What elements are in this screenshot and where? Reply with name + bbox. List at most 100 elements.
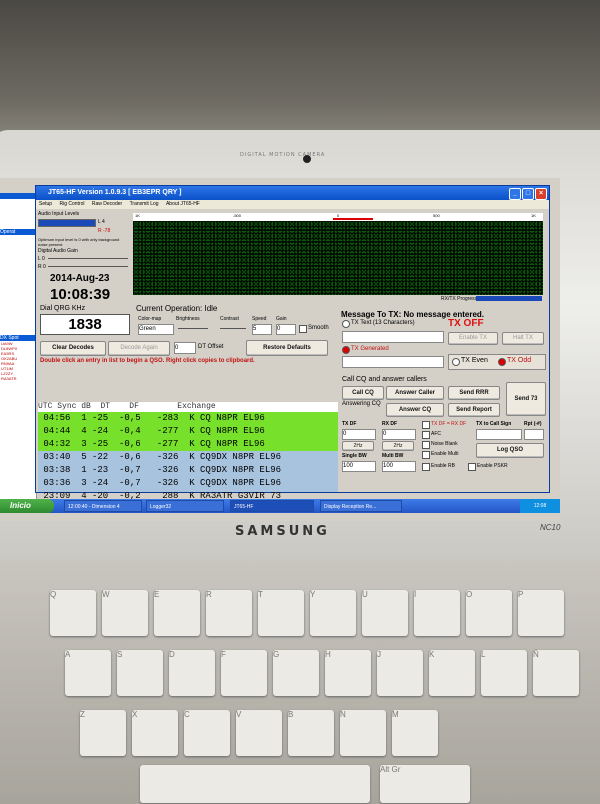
- log-qso-button[interactable]: Log QSO: [476, 443, 544, 458]
- key-v[interactable]: V: [236, 710, 282, 756]
- colormap-select[interactable]: Green: [138, 324, 174, 335]
- key-altgr[interactable]: Alt Gr: [380, 765, 470, 803]
- contrast-label: Contrast: [220, 316, 239, 322]
- start-button[interactable]: Inicio: [0, 499, 54, 513]
- key-a[interactable]: A: [65, 650, 111, 696]
- send-rrr-button[interactable]: Send RRR: [448, 386, 500, 400]
- menu-transmit-log[interactable]: Transmit Log: [130, 201, 159, 207]
- menu-raw-decoder[interactable]: Raw Decoder: [92, 201, 122, 207]
- key-i[interactable]: I: [414, 590, 460, 636]
- key-h[interactable]: H: [325, 650, 371, 696]
- decode-row[interactable]: 03:36 3 -24 -0,7 -326 K CQ9DX N8PR EL96: [38, 477, 338, 490]
- multi-bw-spinner[interactable]: 100: [382, 461, 416, 472]
- key-ñ[interactable]: Ñ: [533, 650, 579, 696]
- key-k[interactable]: K: [429, 650, 475, 696]
- key-w[interactable]: W: [102, 590, 148, 636]
- send-report-button[interactable]: Send Report: [448, 403, 500, 417]
- key-q[interactable]: Q: [50, 590, 96, 636]
- decodes-list[interactable]: UTC Sync dB DT DF Exchange 04:56 1 -25 -…: [38, 402, 338, 501]
- decode-row[interactable]: 04:32 3 -25 -0,6 -277 K CQ N8PR EL96: [38, 438, 338, 451]
- decode-again-button[interactable]: Decode Again: [108, 341, 170, 356]
- clear-decodes-button[interactable]: Clear Decodes: [40, 341, 106, 356]
- tx-generated-radio[interactable]: [342, 346, 350, 354]
- tx-even-radio[interactable]: [452, 358, 460, 366]
- answer-cq-button[interactable]: Answer CQ: [386, 403, 444, 417]
- audio-levels-label: Audio Input Levels: [38, 211, 80, 217]
- tx-generated-field[interactable]: [342, 356, 444, 368]
- restore-defaults-button[interactable]: Restore Defaults: [246, 340, 328, 356]
- contrast-slider[interactable]: [220, 328, 246, 329]
- screen: Operat DX Spot UA9W DL8WPX EA5RS OK2ABU RN9A…: [0, 178, 560, 521]
- noise-blank-checkbox[interactable]: [422, 441, 430, 449]
- key-g[interactable]: G: [273, 650, 319, 696]
- menu-setup[interactable]: Setup: [39, 201, 52, 207]
- key-d[interactable]: D: [169, 650, 215, 696]
- key-space[interactable]: [140, 765, 370, 803]
- decode-row[interactable]: 04:56 1 -25 -0,5 -283 K CQ N8PR EL96: [38, 412, 338, 425]
- key-m[interactable]: M: [392, 710, 438, 756]
- to-call-field[interactable]: [476, 429, 522, 440]
- task-display-reception[interactable]: Display Reception Re...: [320, 500, 402, 512]
- key-f[interactable]: F: [221, 650, 267, 696]
- maximize-icon[interactable]: □: [522, 188, 534, 200]
- enable-multi-checkbox[interactable]: [422, 451, 430, 459]
- key-e[interactable]: E: [154, 590, 200, 636]
- enable-rb-checkbox[interactable]: [422, 463, 430, 471]
- key-z[interactable]: Z: [80, 710, 126, 756]
- gain-spinner[interactable]: 0: [276, 324, 296, 335]
- task-jt65hf[interactable]: JT65-HF: [230, 500, 314, 512]
- rx-tx-progress-bar: [476, 296, 542, 301]
- single-bw-spinner[interactable]: 100: [342, 461, 376, 472]
- key-l[interactable]: L: [481, 650, 527, 696]
- key-j[interactable]: J: [377, 650, 423, 696]
- key-n[interactable]: N: [340, 710, 386, 756]
- waterfall-display[interactable]: [133, 221, 543, 295]
- key-o[interactable]: O: [466, 590, 512, 636]
- task-logger32[interactable]: Logger32: [146, 500, 224, 512]
- menu-rig-control[interactable]: Rig Control: [59, 201, 84, 207]
- call-cq-button[interactable]: Call CQ: [342, 386, 384, 400]
- key-t[interactable]: T: [258, 590, 304, 636]
- decode-row[interactable]: 03:40 5 -22 -0,6 -326 K CQ9DX N8PR EL96: [38, 451, 338, 464]
- tx-step-button[interactable]: 2Hz: [342, 441, 374, 451]
- key-r[interactable]: R: [206, 590, 252, 636]
- smooth-checkbox[interactable]: [299, 325, 307, 333]
- key-y[interactable]: Y: [310, 590, 356, 636]
- title-bar: JT65-HF Version 1.0.9.3 [ EB3EPR QRY ] _…: [36, 186, 549, 200]
- decode-row[interactable]: 03:38 1 -23 -0,7 -326 K CQ9DX N8PR EL96: [38, 464, 338, 477]
- enable-pskr-checkbox[interactable]: [468, 463, 476, 471]
- answer-caller-button[interactable]: Answer Caller: [386, 386, 444, 400]
- key-p[interactable]: P: [518, 590, 564, 636]
- speed-spinner[interactable]: 5: [252, 324, 272, 335]
- enable-tx-button[interactable]: Enable TX: [448, 332, 498, 345]
- tx-text-radio[interactable]: [342, 320, 350, 328]
- decode-row[interactable]: 04:44 4 -24 -0,4 -277 K CQ N8PR EL96: [38, 425, 338, 438]
- key-s[interactable]: S: [117, 650, 163, 696]
- col-exchange: Exchange: [177, 402, 216, 411]
- brightness-slider[interactable]: [178, 328, 208, 329]
- gain-l-slider[interactable]: [48, 258, 128, 259]
- dt-offset-spinner[interactable]: 0: [174, 342, 196, 354]
- key-u[interactable]: U: [362, 590, 408, 636]
- halt-tx-button[interactable]: Halt TX: [502, 332, 544, 345]
- minimize-icon[interactable]: _: [509, 188, 521, 200]
- send-73-button[interactable]: Send 73: [506, 382, 546, 416]
- rpt-field[interactable]: [524, 429, 544, 440]
- afc-checkbox[interactable]: [422, 431, 430, 439]
- tx-odd-radio[interactable]: [498, 358, 506, 366]
- task-dimension4[interactable]: 12:00:40 - Dimension 4: [64, 500, 142, 512]
- key-b[interactable]: B: [288, 710, 334, 756]
- rx-df-spinner[interactable]: 0: [382, 429, 416, 440]
- ruler-tick: 1K: [531, 213, 536, 218]
- txrx-checkbox[interactable]: [422, 421, 430, 429]
- key-c[interactable]: C: [184, 710, 230, 756]
- key-x[interactable]: X: [132, 710, 178, 756]
- close-icon[interactable]: ×: [535, 188, 547, 200]
- tx-text-field[interactable]: [342, 331, 444, 343]
- dial-qrg-field[interactable]: 1838: [40, 314, 130, 335]
- gain-r-slider[interactable]: [48, 266, 128, 267]
- rx-step-button[interactable]: 2Hz: [382, 441, 414, 451]
- tx-df-spinner[interactable]: 0: [342, 429, 376, 440]
- menu-about[interactable]: About JT65-HF: [166, 201, 200, 207]
- tx-off-status: TX OFF: [448, 318, 484, 329]
